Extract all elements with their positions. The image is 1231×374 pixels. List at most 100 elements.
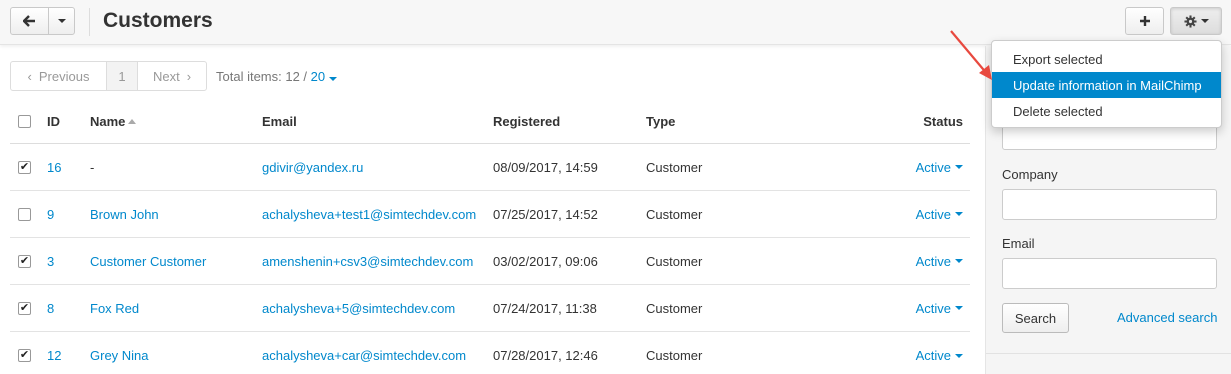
row-checkbox[interactable]: ✔ [18,301,31,315]
caret-down-icon [955,165,963,169]
customer-email-link[interactable]: amenshenin+csv3@simtechdev.com [262,238,473,284]
next-page-button[interactable]: Next › [138,62,206,90]
select-all-cell [18,100,31,143]
search-button[interactable]: Search [1002,303,1069,333]
table-row: ✔ 8 Fox Red achalysheva+5@simtechdev.com… [10,285,970,332]
column-header-registered[interactable]: Registered [493,100,560,143]
customer-email-link[interactable]: achalysheva+car@simtechdev.com [262,332,466,374]
status-dropdown[interactable]: Active [916,238,963,284]
customer-email-link[interactable]: achalysheva+5@simtechdev.com [262,285,455,331]
total-items: Total items: 12 / 20 [216,69,338,84]
row-select-cell: ✔ [18,332,31,374]
chevron-left-icon: ‹ [27,68,32,84]
column-header-name[interactable]: Name [90,100,137,143]
customer-name-link[interactable]: Fox Red [90,285,139,331]
column-header-id[interactable]: ID [47,100,60,143]
customer-email-link[interactable]: gdivir@yandex.ru [262,144,363,190]
select-all-checkbox[interactable] [18,115,31,128]
caret-down-icon [57,19,66,23]
row-checkbox[interactable]: ✔ [18,349,31,362]
column-header-type[interactable]: Type [646,100,675,143]
email-label: Email [1002,236,1035,251]
pagination: ‹ Previous 1 Next › [10,61,207,91]
caret-down-icon [955,306,963,310]
status-label: Active [915,253,951,269]
customer-id-link[interactable]: 16 [47,144,61,190]
customers-table: ID Name Email Registered Type Status ✔ 1… [10,100,970,374]
gear-icon [1183,14,1197,28]
current-page[interactable]: 1 [107,62,138,90]
status-dropdown[interactable]: Active [916,144,963,190]
table-row: ✔ 16 - gdivir@yandex.ru 08/09/2017, 14:5… [10,144,970,191]
status-dropdown[interactable]: Active [916,191,963,237]
add-customer-button[interactable] [1125,7,1164,35]
registered-date: 07/28/2017, 12:46 [493,348,598,363]
settings-button[interactable] [1170,7,1222,35]
divider [89,8,90,36]
row-checkbox[interactable]: ✔ [18,254,31,268]
caret-down-icon [955,259,963,263]
table-row: ✔ 3 Customer Customer amenshenin+csv3@si… [10,238,970,285]
back-dropdown-button[interactable] [48,7,75,35]
row-checkbox[interactable] [18,207,31,221]
previous-label: Previous [38,68,90,84]
sidebar-divider [986,353,1231,354]
menu-item-update-mailchimp[interactable]: Update information in MailChimp [992,72,1221,98]
email-search-input[interactable] [1002,258,1217,289]
company-search-input[interactable] [1002,189,1217,220]
previous-page-button[interactable]: ‹ Previous [11,62,107,90]
customer-id-link[interactable]: 9 [47,191,54,237]
customer-id-link[interactable]: 3 [47,238,54,284]
customer-name-link[interactable]: Customer Customer [90,238,206,284]
caret-down-icon [1200,19,1209,23]
arrow-left-icon [23,15,35,27]
sort-ascending-icon [128,119,137,124]
caret-down-icon [955,212,963,216]
caret-down-icon [955,353,963,358]
status-label: Active [915,348,951,363]
menu-item-export-selected[interactable]: Export selected [992,46,1221,72]
status-label: Active [915,206,951,222]
total-items-label: Total items: 12 / [216,69,308,84]
column-header-email[interactable]: Email [262,100,297,143]
customer-type: Customer [646,348,703,363]
menu-item-delete-selected[interactable]: Delete selected [992,98,1221,124]
row-select-cell: ✔ [18,285,31,331]
customer-type: Customer [646,253,703,269]
customer-id-link[interactable]: 12 [47,332,61,374]
row-select-cell [18,191,31,237]
back-button[interactable] [10,7,49,35]
status-dropdown[interactable]: Active [916,332,963,374]
advanced-search-link[interactable]: Advanced search [1117,310,1217,325]
customer-name-link[interactable]: Grey Nina [90,332,149,374]
settings-dropdown-menu: Export selected Update information in Ma… [991,40,1222,128]
customer-email-link[interactable]: achalysheva+test1@simtechdev.com [262,191,476,237]
customer-name-link[interactable]: Brown John [90,191,159,237]
registered-date: 03/02/2017, 09:06 [493,253,598,269]
company-label: Company [1002,167,1058,182]
status-dropdown[interactable]: Active [916,285,963,331]
registered-date: 07/24/2017, 11:38 [493,300,597,316]
customer-type: Customer [646,159,703,175]
chevron-right-icon: › [186,68,192,84]
top-header: Customers [0,0,1231,45]
next-label: Next [152,68,180,84]
row-select-cell: ✔ [18,238,31,284]
status-label: Active [915,159,951,175]
plus-icon [1139,16,1150,26]
customer-type: Customer [646,206,703,222]
column-header-name-label: Name [90,114,126,129]
table-row: ✔ 12 Grey Nina achalysheva+car@simtechde… [10,332,970,374]
registered-date: 07/25/2017, 14:52 [493,206,598,222]
row-checkbox[interactable]: ✔ [18,160,31,174]
customer-name: - [90,159,95,175]
annotation-arrow-icon [950,30,992,80]
column-header-status[interactable]: Status [923,100,963,143]
table-header: ID Name Email Registered Type Status [10,100,970,144]
customer-id-link[interactable]: 8 [47,285,54,331]
table-row: 9 Brown John achalysheva+test1@simtechde… [10,191,970,238]
items-per-page-select[interactable]: 20 [310,69,338,84]
row-select-cell: ✔ [18,144,31,190]
status-label: Active [915,300,951,316]
items-per-page-value: 20 [310,69,326,84]
